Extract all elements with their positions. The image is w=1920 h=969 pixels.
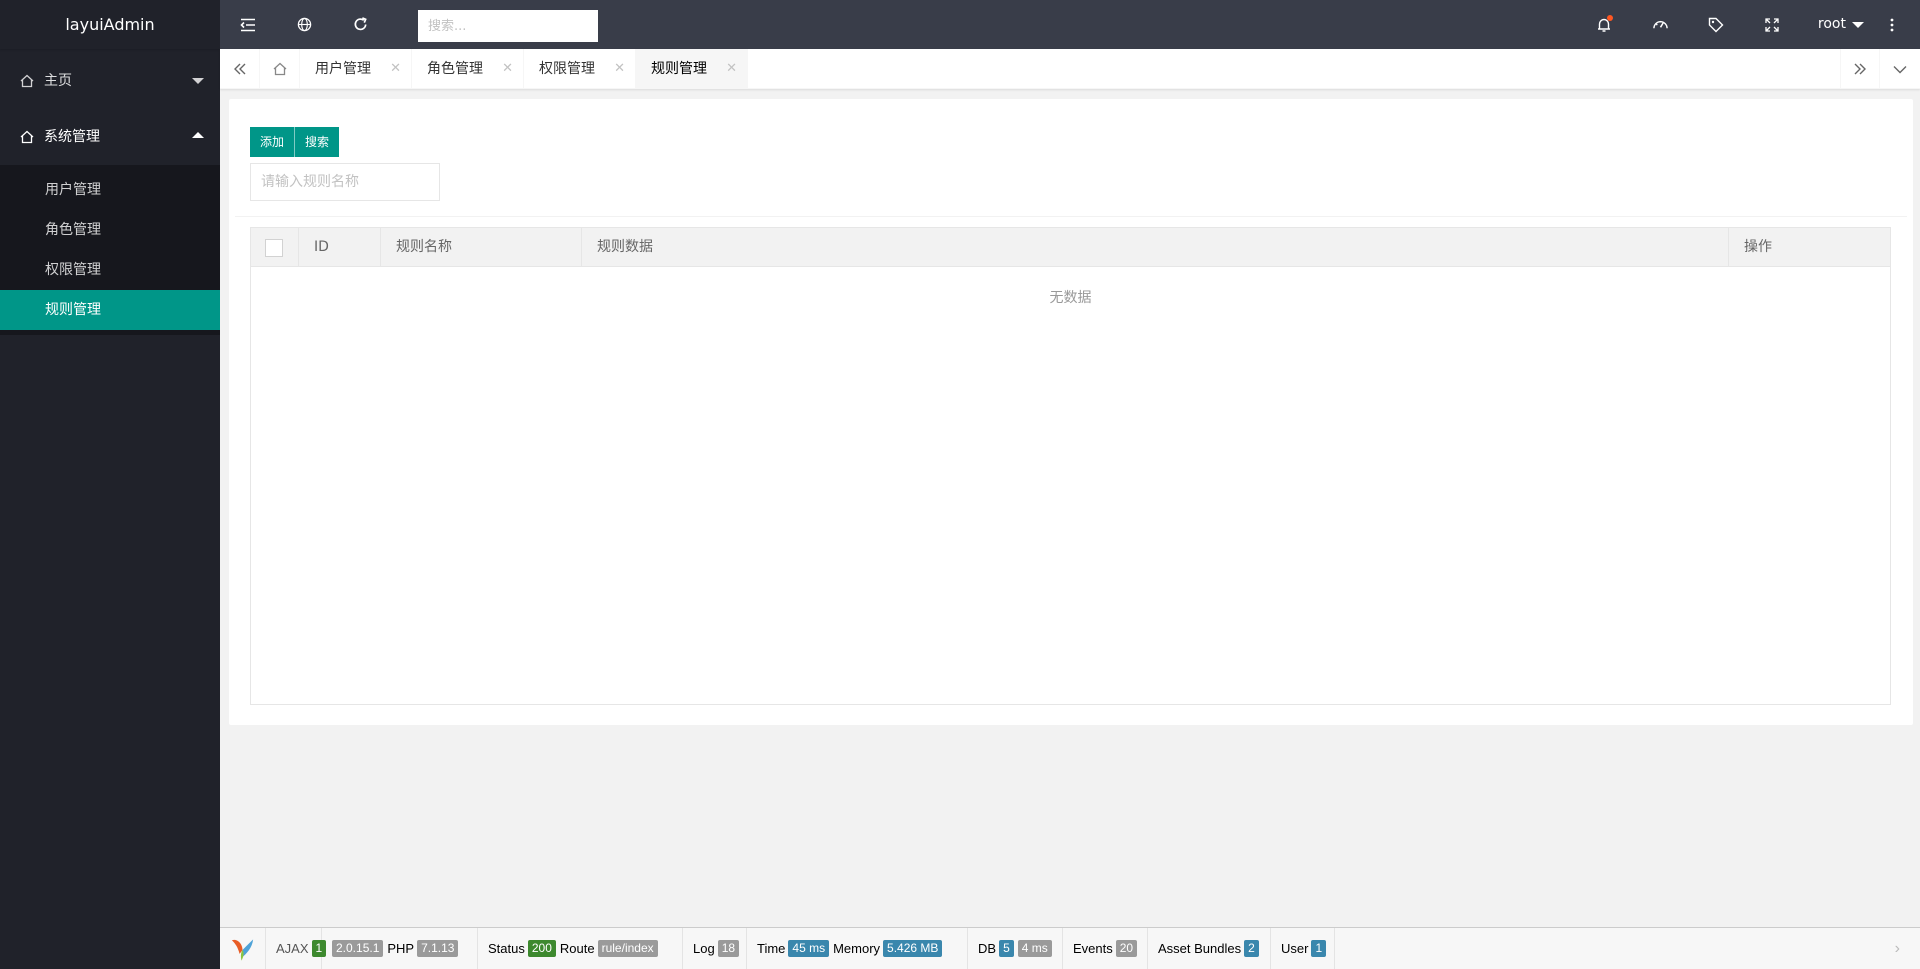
tab-users[interactable]: 用户管理 ✕ (300, 49, 412, 89)
tab-label: 权限管理 (539, 61, 595, 77)
ajax-label: AJAX (276, 941, 309, 956)
bundles-label: Asset Bundles (1158, 941, 1242, 956)
nav-system[interactable]: 系统管理 (0, 109, 220, 165)
tab-label: 角色管理 (427, 61, 483, 77)
chevron-up-icon (192, 132, 204, 138)
sidebar: layuiAdmin 主页 系统管理 用户管理 角色管理 权限管理 规则管理 (0, 0, 220, 969)
tab-label: 规则管理 (651, 61, 707, 77)
user-count-badge: 1 (1311, 940, 1327, 957)
empty-message: 无数据 (1049, 290, 1092, 306)
time-label: Time (757, 941, 786, 956)
content-card: 添加 搜索 ID 规则名称 规则数据 操作 无数据 (229, 99, 1913, 725)
table-header: ID 规则名称 规则数据 操作 (251, 228, 1890, 267)
rules-table: ID 规则名称 规则数据 操作 无数据 (250, 227, 1891, 705)
close-icon[interactable]: ✕ (726, 49, 737, 89)
debug-toolbar: AJAX 1 2.0.15.1 PHP 7.1.13 Status 200 Ro… (220, 927, 1920, 969)
user-name: root (1817, 16, 1846, 32)
tabs-menu-icon[interactable] (1880, 49, 1920, 89)
select-all-cell (251, 228, 299, 267)
debug-ajax[interactable]: AJAX 1 (266, 928, 327, 969)
events-label: Events (1073, 941, 1113, 956)
home-tab-icon[interactable] (260, 49, 300, 89)
tabs-scroll-right-icon[interactable] (1840, 49, 1880, 89)
yii-version-badge: 2.0.15.1 (332, 940, 384, 957)
yii-logo-icon[interactable] (220, 928, 266, 969)
search-button[interactable]: 搜索 (294, 127, 340, 157)
memory-label: Memory (833, 941, 881, 956)
action-buttons: 添加 搜索 (250, 127, 340, 157)
add-button[interactable]: 添加 (250, 127, 295, 157)
refresh-icon[interactable] (332, 0, 388, 49)
close-icon[interactable]: ✕ (502, 49, 513, 89)
system-submenu: 用户管理 角色管理 权限管理 规则管理 (0, 165, 220, 335)
column-header-rule-data[interactable]: 规则数据 (582, 228, 1729, 267)
user-label: User (1281, 941, 1309, 956)
home-icon (20, 109, 34, 165)
tab-label: 用户管理 (315, 61, 371, 77)
home-icon (20, 53, 34, 109)
tabs-scroll-left-icon[interactable] (220, 49, 260, 89)
theme-icon[interactable] (1632, 0, 1688, 49)
divider (235, 216, 1907, 217)
route-label: Route (559, 941, 595, 956)
sidebar-item-users[interactable]: 用户管理 (0, 170, 220, 210)
php-version-badge: 7.1.13 (417, 940, 459, 957)
debug-log[interactable]: Log 18 (683, 928, 747, 969)
debug-version[interactable]: 2.0.15.1 PHP 7.1.13 (322, 928, 478, 969)
app-logo[interactable]: layuiAdmin (0, 0, 220, 49)
search-input[interactable] (418, 10, 598, 42)
globe-icon[interactable] (276, 0, 332, 49)
memory-badge: 5.426 MB (883, 940, 943, 957)
db-time-badge: 4 ms (1017, 940, 1052, 957)
chevron-down-icon (192, 78, 204, 84)
debug-request[interactable]: Status 200 Route rule/index (478, 928, 683, 969)
debug-asset-bundles[interactable]: Asset Bundles 2 (1148, 928, 1271, 969)
tag-icon[interactable] (1688, 0, 1744, 49)
nav-system-label: 系统管理 (44, 129, 100, 145)
rule-name-input[interactable] (250, 163, 440, 201)
select-all-checkbox[interactable] (265, 239, 283, 257)
log-label: Log (693, 941, 715, 956)
status-code-badge: 200 (527, 940, 556, 957)
chevron-right-icon[interactable]: › (1895, 928, 1900, 969)
close-icon[interactable]: ✕ (390, 49, 401, 89)
bundles-count-badge: 2 (1244, 940, 1259, 957)
nav-home-label: 主页 (44, 73, 72, 89)
debug-profiling[interactable]: Time 45 ms Memory 5.426 MB (747, 928, 968, 969)
status-label: Status (488, 941, 525, 956)
column-header-actions: 操作 (1744, 239, 1772, 255)
db-count-badge: 5 (999, 940, 1014, 957)
top-header: root (220, 0, 1920, 49)
debug-user[interactable]: User 1 (1271, 928, 1335, 969)
page-tabs: 用户管理 ✕ 角色管理 ✕ 权限管理 ✕ 规则管理 ✕ (220, 49, 1920, 89)
notification-dot (1607, 15, 1613, 21)
more-vertical-icon[interactable] (1864, 0, 1920, 49)
route-badge: rule/index (597, 940, 658, 957)
tab-rules[interactable]: 规则管理 ✕ (636, 49, 748, 89)
debug-events[interactable]: Events 20 (1063, 928, 1148, 969)
chevron-down-icon (1852, 21, 1864, 28)
sidebar-item-permissions[interactable]: 权限管理 (0, 250, 220, 290)
user-menu[interactable]: root (1818, 0, 1864, 49)
debug-db[interactable]: DB 5 4 ms (968, 928, 1063, 969)
log-count-badge: 18 (717, 940, 740, 957)
menu-toggle-icon[interactable] (220, 0, 276, 49)
nav-home[interactable]: 主页 (0, 53, 220, 109)
tab-permissions[interactable]: 权限管理 ✕ (524, 49, 636, 89)
events-count-badge: 20 (1115, 940, 1138, 957)
php-label: PHP (387, 941, 415, 956)
sidebar-item-roles[interactable]: 角色管理 (0, 210, 220, 250)
close-icon[interactable]: ✕ (614, 49, 625, 89)
sidebar-item-rules[interactable]: 规则管理 (0, 290, 220, 330)
column-header-id[interactable]: ID (299, 228, 381, 267)
notification-icon[interactable] (1576, 0, 1632, 49)
column-header-rule-name[interactable]: 规则名称 (381, 228, 582, 267)
tab-roles[interactable]: 角色管理 ✕ (412, 49, 524, 89)
time-badge: 45 ms (788, 940, 830, 957)
fullscreen-icon[interactable] (1744, 0, 1800, 49)
db-label: DB (978, 941, 997, 956)
